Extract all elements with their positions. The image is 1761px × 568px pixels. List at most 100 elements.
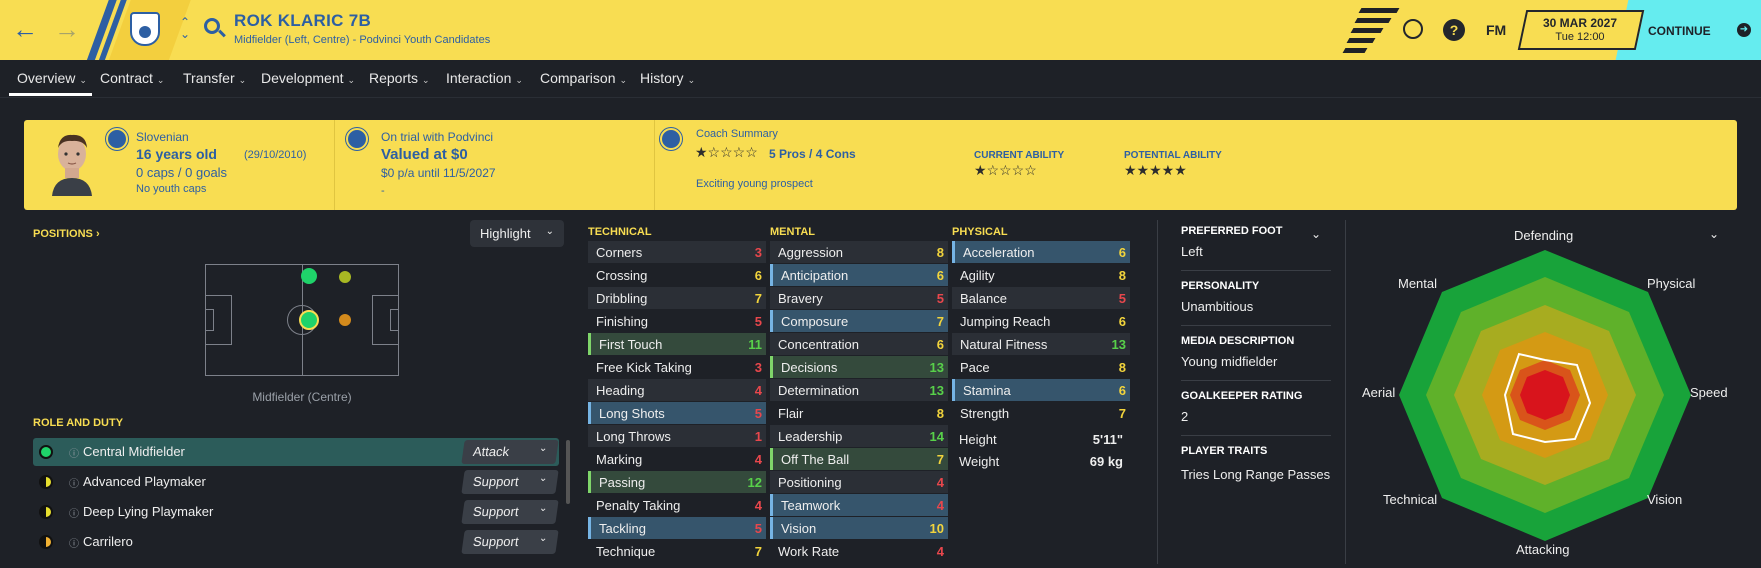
attribute-row[interactable]: Crossing 6 xyxy=(588,264,766,286)
current-time: Tue 12:00 xyxy=(1555,31,1605,43)
duty-dropdown[interactable]: Support ⌄ xyxy=(461,470,559,494)
attribute-row[interactable]: Pace 8 xyxy=(952,356,1130,378)
attribute-name: Decisions xyxy=(781,360,838,375)
role-row[interactable]: ⓘ Central Midfielder Attack ⌄ xyxy=(33,438,559,466)
club-badge-icon[interactable] xyxy=(346,128,368,150)
attribute-row[interactable]: Natural Fitness 13 xyxy=(952,333,1130,355)
attribute-row[interactable]: Long Throws 1 xyxy=(588,425,766,447)
info-icon[interactable]: ⓘ xyxy=(69,445,79,460)
tab-reports[interactable]: Reports ⌄ xyxy=(369,70,430,86)
position-marker[interactable] xyxy=(339,314,351,326)
pros-cons[interactable]: 5 Pros / 4 Cons xyxy=(769,147,856,161)
attribute-row[interactable]: Dribbling 7 xyxy=(588,287,766,309)
duty-dropdown[interactable]: Attack ⌄ xyxy=(461,440,559,464)
attribute-row[interactable]: Decisions 13 xyxy=(770,356,948,378)
tab-transfer[interactable]: Transfer ⌄ xyxy=(183,70,246,86)
info-icon[interactable]: ⓘ xyxy=(69,535,79,550)
attribute-row[interactable]: Long Shots 5 xyxy=(588,402,766,424)
attribute-row[interactable]: Acceleration 6 xyxy=(952,241,1130,263)
duty-dropdown[interactable]: Support ⌄ xyxy=(461,530,559,554)
player-cycle-arrows-icon[interactable]: ⌃ ⌄ xyxy=(180,16,190,40)
role-row[interactable]: ⓘ Advanced Playmaker Support ⌄ xyxy=(33,468,559,496)
coach-summary-title[interactable]: Coach Summary xyxy=(696,128,778,140)
attribute-row[interactable]: Corners 3 xyxy=(588,241,766,263)
attribute-row[interactable]: Leadership 14 xyxy=(770,425,948,447)
continue-button[interactable]: CONTINUE xyxy=(1648,24,1711,38)
fm-menu-icon[interactable]: FM xyxy=(1486,22,1506,38)
divider xyxy=(1181,325,1331,326)
attribute-row[interactable]: Penalty Taking 4 xyxy=(588,494,766,516)
role-row[interactable]: ⓘ Deep Lying Playmaker Support ⌄ xyxy=(33,498,559,526)
info-icon[interactable]: ⓘ xyxy=(69,475,79,490)
help-icon[interactable]: ? xyxy=(1443,19,1465,41)
attribute-row[interactable]: First Touch 11 xyxy=(588,333,766,355)
continue-arrow-icon[interactable]: ➜ xyxy=(1737,23,1751,37)
roles-scrollbar[interactable] xyxy=(566,440,570,504)
coach-star-icon[interactable] xyxy=(660,128,682,150)
duty-dropdown[interactable]: Support ⌄ xyxy=(461,500,559,524)
attribute-row[interactable]: Free Kick Taking 3 xyxy=(588,356,766,378)
attribute-row[interactable]: Finishing 5 xyxy=(588,310,766,332)
player-subtitle[interactable]: Midfielder (Left, Centre) - Podvinci You… xyxy=(234,34,490,46)
attribute-row[interactable]: Off The Ball 7 xyxy=(770,448,948,470)
player-trait[interactable]: Tries Long Range Passes xyxy=(1181,467,1330,482)
tab-overview[interactable]: Overview ⌄ xyxy=(17,70,87,86)
attribute-name: Stamina xyxy=(963,383,1011,398)
position-marker-selected[interactable] xyxy=(299,310,319,330)
attribute-row[interactable]: Technique 7 xyxy=(588,540,766,562)
attribute-row[interactable]: Composure 7 xyxy=(770,310,948,332)
media-description[interactable]: Young midfielder xyxy=(1181,354,1277,369)
attribute-row[interactable]: Determination 13 xyxy=(770,379,948,401)
attribute-name: Acceleration xyxy=(963,245,1035,260)
globe-icon[interactable] xyxy=(1403,19,1423,39)
highlight-dropdown[interactable]: Highlight ⌄ xyxy=(470,220,564,247)
tab-comparison[interactable]: Comparison ⌄ xyxy=(540,70,627,86)
tab-contract[interactable]: Contract ⌄ xyxy=(100,70,164,86)
attribute-row[interactable]: Flair 8 xyxy=(770,402,948,424)
role-row[interactable]: ⓘ Carrilero Support ⌄ xyxy=(33,528,559,556)
attribute-row[interactable]: Teamwork 4 xyxy=(770,494,948,516)
attribute-row[interactable]: Tackling 5 xyxy=(588,517,766,539)
back-arrow-icon[interactable]: ← xyxy=(12,16,38,42)
position-marker[interactable] xyxy=(301,268,317,284)
radar-label: Defending xyxy=(1514,228,1574,243)
attribute-row[interactable]: Aggression 8 xyxy=(770,241,948,263)
tab-interaction[interactable]: Interaction ⌄ xyxy=(446,70,523,86)
nationality[interactable]: Slovenian xyxy=(136,130,189,144)
tab-history[interactable]: History ⌄ xyxy=(640,70,695,86)
positions-title[interactable]: POSITIONS › xyxy=(33,228,100,240)
attribute-row[interactable]: Work Rate 4 xyxy=(770,540,948,562)
club-crest-icon[interactable] xyxy=(130,12,160,46)
youth-caps: No youth caps xyxy=(136,183,207,195)
attribute-row[interactable]: Agility 8 xyxy=(952,264,1130,286)
radar-label: Physical xyxy=(1647,276,1696,291)
forward-arrow-icon[interactable]: → xyxy=(54,16,80,42)
attribute-row[interactable]: Anticipation 6 xyxy=(770,264,948,286)
attribute-row[interactable]: Balance 5 xyxy=(952,287,1130,309)
attribute-row[interactable]: Bravery 5 xyxy=(770,287,948,309)
attribute-row[interactable]: Jumping Reach 6 xyxy=(952,310,1130,332)
position-marker[interactable] xyxy=(339,271,351,283)
attribute-name: Long Throws xyxy=(596,429,671,444)
divider xyxy=(654,120,655,210)
attribute-row[interactable]: Stamina 6 xyxy=(952,379,1130,401)
role-name: Central Midfielder xyxy=(83,444,185,459)
trial-status[interactable]: On trial with Podvinci xyxy=(381,130,493,144)
attribute-row[interactable]: Strength 7 xyxy=(952,402,1130,424)
attribute-row[interactable]: Passing 12 xyxy=(588,471,766,493)
chevron-down-icon[interactable]: ⌄ xyxy=(1311,227,1321,241)
player-face-image xyxy=(52,134,92,196)
nationality-flag-icon[interactable] xyxy=(106,128,128,150)
divider xyxy=(1181,435,1331,436)
info-icon[interactable]: ⓘ xyxy=(69,505,79,520)
personality[interactable]: Unambitious xyxy=(1181,299,1253,314)
attribute-row[interactable]: Heading 4 xyxy=(588,379,766,401)
attribute-row[interactable]: Concentration 6 xyxy=(770,333,948,355)
tab-development[interactable]: Development ⌄ xyxy=(261,70,355,86)
attribute-row[interactable]: Vision 10 xyxy=(770,517,948,539)
attribute-row[interactable]: Positioning 4 xyxy=(770,471,948,493)
wage: $0 p/a until 11/5/2027 xyxy=(381,166,496,180)
attribute-value: 7 xyxy=(754,544,762,559)
attribute-row[interactable]: Marking 4 xyxy=(588,448,766,470)
search-icon[interactable] xyxy=(204,18,220,34)
